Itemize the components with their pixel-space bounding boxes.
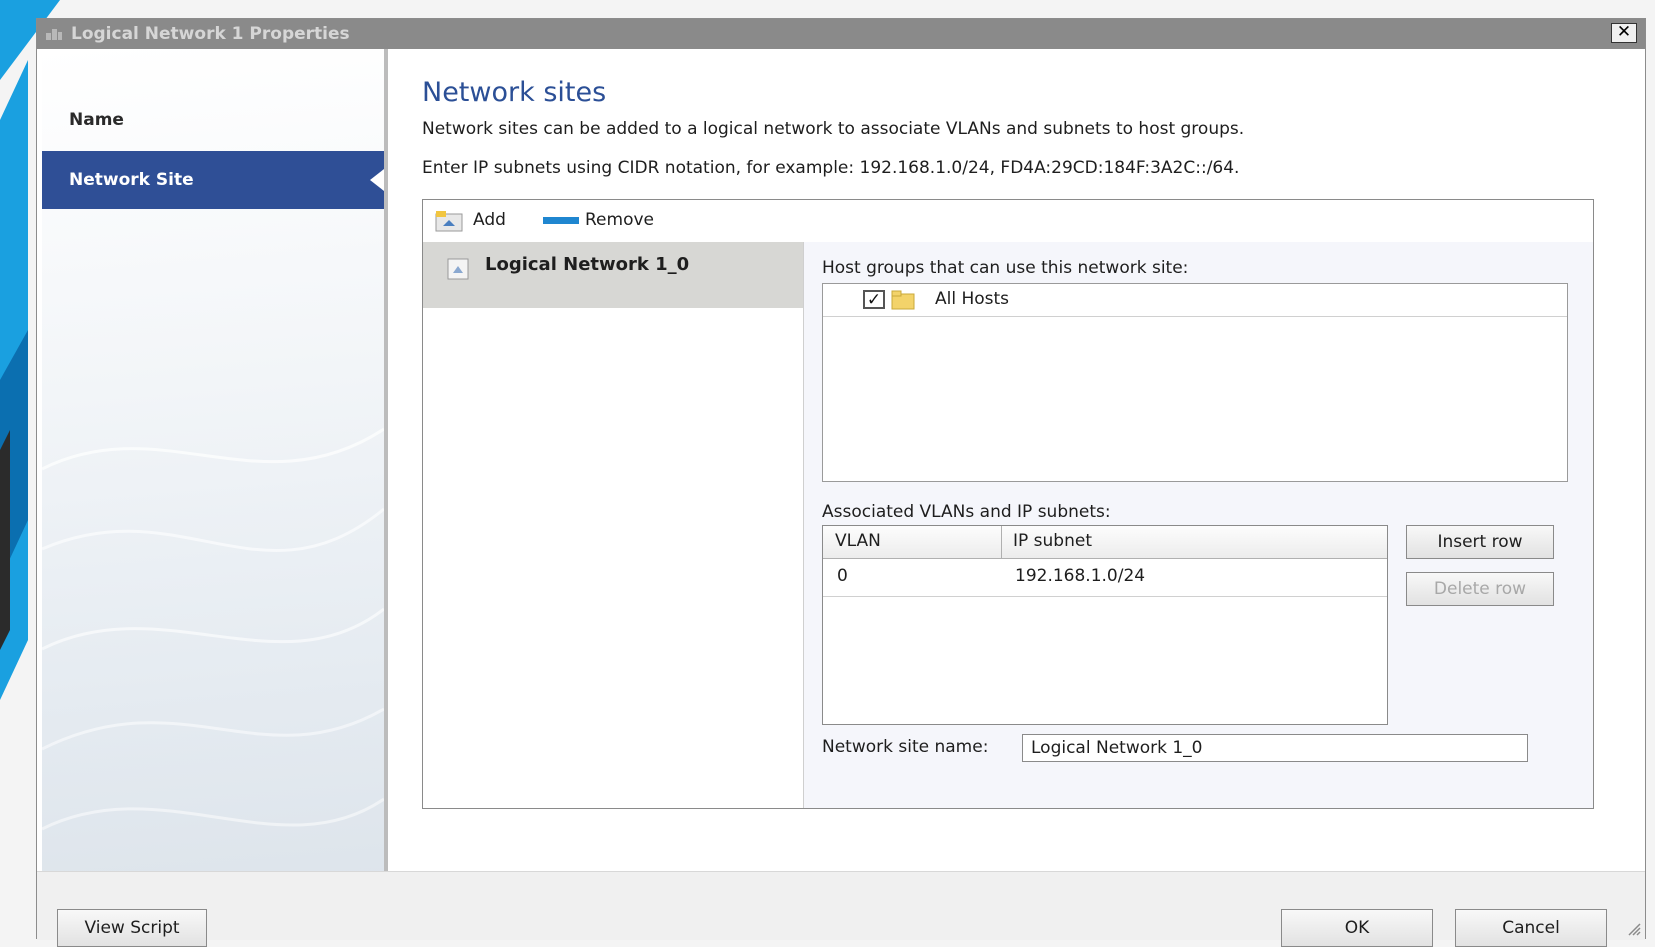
insert-row-button[interactable]: Insert row — [1406, 525, 1554, 559]
remove-bar-icon — [543, 217, 579, 224]
delete-row-button[interactable]: Delete row — [1406, 572, 1554, 606]
host-groups-label: Host groups that can use this network si… — [822, 258, 1189, 278]
site-name-input[interactable] — [1022, 734, 1528, 762]
table-row[interactable]: 0 192.168.1.0/24 — [823, 558, 1387, 597]
site-name-label: Network site name: — [822, 737, 989, 757]
folder-icon — [891, 290, 915, 310]
ok-button[interactable]: OK — [1281, 909, 1433, 947]
cidr-hint-text: Enter IP subnets using CIDR notation, fo… — [422, 158, 1240, 178]
cancel-button[interactable]: Cancel — [1455, 909, 1607, 947]
all-hosts-checkbox[interactable]: ✓ — [863, 290, 885, 309]
site-list: Logical Network 1_0 — [423, 242, 804, 808]
vlan-table-header: VLAN IP subnet — [823, 526, 1387, 559]
page-title: Network sites — [422, 77, 607, 108]
cell-vlan[interactable]: 0 — [837, 566, 848, 586]
vlan-table: VLAN IP subnet 0 192.168.1.0/24 — [822, 525, 1388, 725]
cell-ip-subnet[interactable]: 192.168.1.0/24 — [1015, 566, 1145, 586]
title-bar: Logical Network 1 Properties ✕ — [37, 19, 1645, 49]
host-group-name: All Hosts — [935, 289, 1010, 309]
site-toolbar: Add Remove — [423, 200, 1593, 243]
site-name-text: Logical Network 1_0 — [485, 254, 690, 275]
dialog-footer: View Script OK Cancel — [37, 871, 1645, 947]
view-script-button[interactable]: View Script — [57, 909, 207, 947]
column-header-vlan[interactable]: VLAN — [835, 531, 881, 551]
nav-item-name[interactable]: Name — [42, 91, 384, 149]
add-label: Add — [473, 210, 506, 230]
network-site-icon — [447, 258, 469, 280]
nav-background-waves — [42, 427, 384, 831]
site-list-item[interactable]: Logical Network 1_0 — [423, 242, 803, 308]
site-detail-panel: Host groups that can use this network si… — [804, 242, 1593, 808]
host-groups-list: ✓ All Hosts — [822, 283, 1568, 482]
host-group-row[interactable]: ✓ All Hosts — [823, 284, 1567, 317]
properties-dialog: Logical Network 1 Properties ✕ Name Netw… — [36, 18, 1646, 947]
close-button[interactable]: ✕ — [1611, 23, 1637, 43]
column-header-ip-subnet[interactable]: IP subnet — [1013, 531, 1092, 551]
network-site-editor: Add Remove Logical Network 1_0 Host grou… — [422, 199, 1594, 809]
remove-label: Remove — [585, 210, 654, 230]
vlans-label: Associated VLANs and IP subnets: — [822, 502, 1111, 522]
left-nav: Name Network Site — [42, 49, 388, 889]
nav-item-network-site[interactable]: Network Site — [42, 151, 384, 209]
resize-grip-icon[interactable] — [1625, 920, 1641, 936]
window-title: Logical Network 1 Properties — [71, 24, 350, 44]
column-divider — [1001, 526, 1002, 558]
network-icon — [46, 29, 62, 40]
description-text: Network sites can be added to a logical … — [422, 119, 1245, 139]
add-site-icon — [435, 211, 463, 232]
